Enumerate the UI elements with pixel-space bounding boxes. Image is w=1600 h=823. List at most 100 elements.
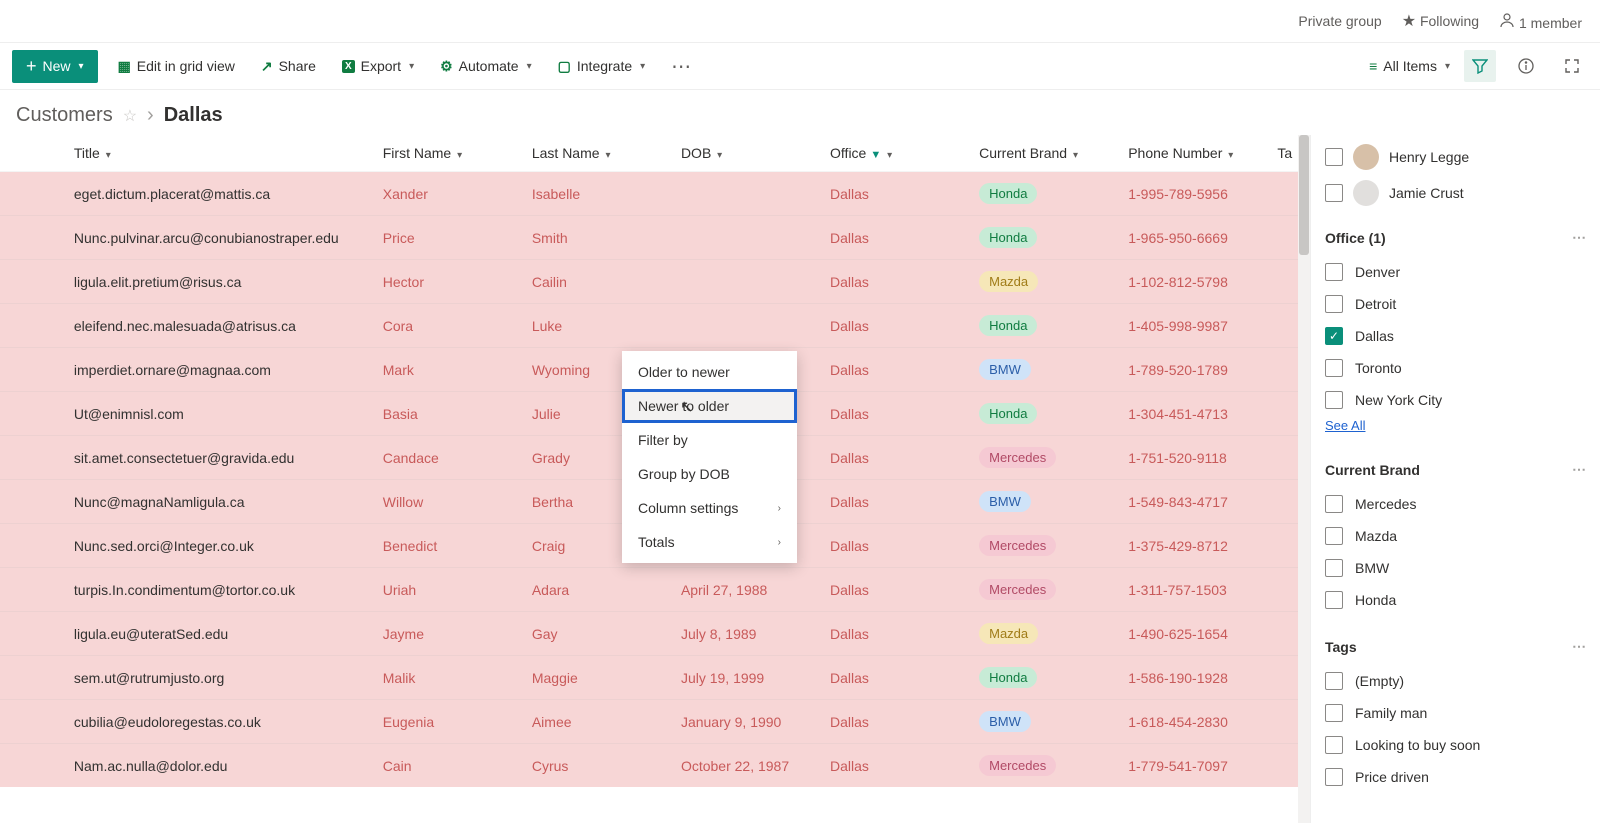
vertical-scrollbar[interactable]	[1298, 135, 1310, 823]
filter-by[interactable]: Filter by	[622, 423, 797, 457]
cell-title[interactable]: Nam.ac.nulla@dolor.edu	[64, 744, 373, 788]
checkbox[interactable]	[1325, 591, 1343, 609]
cell-last-name[interactable]: Aimee	[522, 700, 671, 744]
cell-first-name[interactable]: Cain	[373, 744, 522, 788]
col-last-name[interactable]: Last Name ▾	[522, 135, 671, 172]
info-pane-button[interactable]	[1510, 50, 1542, 82]
checkbox[interactable]	[1325, 295, 1343, 313]
table-row[interactable]: Nam.ac.nulla@dolor.edu Cain Cyrus Octobe…	[0, 744, 1310, 788]
cell-title[interactable]: sem.ut@rutrumjusto.org	[64, 656, 373, 700]
checkbox[interactable]	[1325, 391, 1343, 409]
group-by-dob[interactable]: Group by DOB	[622, 457, 797, 491]
table-row[interactable]: turpis.In.condimentum@tortor.co.uk Uriah…	[0, 568, 1310, 612]
filter-section-brand[interactable]: Current Brand⋯	[1325, 455, 1586, 488]
sort-newer-to-older[interactable]: Newer to older	[622, 389, 797, 423]
totals[interactable]: Totals›	[622, 525, 797, 559]
table-row[interactable]: Nunc.pulvinar.arcu@conubianostraper.edu …	[0, 216, 1310, 260]
filter-pane-button[interactable]	[1464, 50, 1496, 82]
filter-section-office[interactable]: Office (1)⋯	[1325, 223, 1586, 256]
checkbox[interactable]: ✓	[1325, 327, 1343, 345]
filter-option[interactable]: Detroit	[1325, 288, 1586, 320]
table-row[interactable]: sem.ut@rutrumjusto.org Malik Maggie July…	[0, 656, 1310, 700]
cell-first-name[interactable]: Malik	[373, 656, 522, 700]
table-row[interactable]: eget.dictum.placerat@mattis.ca Xander Is…	[0, 172, 1310, 216]
cell-last-name[interactable]: Maggie	[522, 656, 671, 700]
new-button[interactable]: +New▾	[12, 50, 98, 83]
cell-title[interactable]: turpis.In.condimentum@tortor.co.uk	[64, 568, 373, 612]
cell-title[interactable]: ligula.elit.pretium@risus.ca	[64, 260, 373, 304]
cell-title[interactable]: Nunc@magnaNamligula.ca	[64, 480, 373, 524]
following-toggle[interactable]: ★ Following	[1402, 11, 1479, 31]
cell-first-name[interactable]: Cora	[373, 304, 522, 348]
integrate-button[interactable]: ▢Integrate▾	[552, 54, 652, 79]
checkbox[interactable]	[1325, 359, 1343, 377]
table-row[interactable]: ligula.elit.pretium@risus.ca Hector Cail…	[0, 260, 1310, 304]
col-dob[interactable]: DOB ▾	[671, 135, 820, 172]
table-row[interactable]: ligula.eu@uteratSed.edu Jayme Gay July 8…	[0, 612, 1310, 656]
cell-title[interactable]: Nunc.sed.orci@Integer.co.uk	[64, 524, 373, 568]
cell-first-name[interactable]: Price	[373, 216, 522, 260]
filter-option[interactable]: ✓Dallas	[1325, 320, 1586, 352]
checkbox[interactable]	[1325, 672, 1343, 690]
cell-last-name[interactable]: Smith	[522, 216, 671, 260]
cell-first-name[interactable]: Benedict	[373, 524, 522, 568]
checkbox[interactable]	[1325, 148, 1343, 166]
edit-in-grid-button[interactable]: Edit in grid view	[112, 54, 241, 79]
checkbox[interactable]	[1325, 704, 1343, 722]
share-button[interactable]: ↗Share	[255, 54, 322, 79]
cell-title[interactable]: eget.dictum.placerat@mattis.ca	[64, 172, 373, 216]
checkbox[interactable]	[1325, 527, 1343, 545]
cell-last-name[interactable]: Luke	[522, 304, 671, 348]
cell-last-name[interactable]: Cailin	[522, 260, 671, 304]
expand-button[interactable]	[1556, 50, 1588, 82]
filter-option[interactable]: New York City	[1325, 384, 1586, 416]
cell-last-name[interactable]: Cyrus	[522, 744, 671, 788]
cell-first-name[interactable]: Hector	[373, 260, 522, 304]
export-button[interactable]: XExport▾	[336, 54, 420, 78]
col-phone[interactable]: Phone Number ▾	[1118, 135, 1267, 172]
filter-option[interactable]: Honda	[1325, 584, 1586, 616]
cell-first-name[interactable]: Eugenia	[373, 700, 522, 744]
cell-title[interactable]: cubilia@eudoloregestas.co.uk	[64, 700, 373, 744]
automate-button[interactable]: ⚙Automate▾	[434, 54, 538, 79]
table-row[interactable]: eleifend.nec.malesuada@atrisus.ca Cora L…	[0, 304, 1310, 348]
col-title[interactable]: Title ▾	[64, 135, 373, 172]
cell-first-name[interactable]: Mark	[373, 348, 522, 392]
cell-title[interactable]: Nunc.pulvinar.arcu@conubianostraper.edu	[64, 216, 373, 260]
col-first-name[interactable]: First Name ▾	[373, 135, 522, 172]
cell-first-name[interactable]: Uriah	[373, 568, 522, 612]
filter-option[interactable]: Looking to buy soon	[1325, 729, 1586, 761]
cell-first-name[interactable]: Willow	[373, 480, 522, 524]
more-commands-button[interactable]: ⋯	[665, 54, 697, 79]
sort-older-to-newer[interactable]: Older to newer	[622, 355, 797, 389]
cell-last-name[interactable]: Adara	[522, 568, 671, 612]
filter-option[interactable]: Denver	[1325, 256, 1586, 288]
col-brand[interactable]: Current Brand ▾	[969, 135, 1118, 172]
cell-title[interactable]: ligula.eu@uteratSed.edu	[64, 612, 373, 656]
filter-option[interactable]: Mercedes	[1325, 488, 1586, 520]
more-icon[interactable]: ⋯	[1572, 638, 1586, 655]
checkbox[interactable]	[1325, 184, 1343, 202]
filter-option[interactable]: Toronto	[1325, 352, 1586, 384]
checkbox[interactable]	[1325, 495, 1343, 513]
filter-person[interactable]: Henry Legge	[1325, 139, 1586, 175]
column-settings[interactable]: Column settings›	[622, 491, 797, 525]
filter-option[interactable]: Family man	[1325, 697, 1586, 729]
checkbox[interactable]	[1325, 559, 1343, 577]
cell-first-name[interactable]: Jayme	[373, 612, 522, 656]
members-link[interactable]: 1 member	[1499, 12, 1582, 31]
checkbox[interactable]	[1325, 736, 1343, 754]
favorite-icon[interactable]: ☆	[123, 106, 137, 126]
more-icon[interactable]: ⋯	[1572, 229, 1586, 246]
cell-title[interactable]: Ut@enimnisl.com	[64, 392, 373, 436]
filter-option[interactable]: Price driven	[1325, 761, 1586, 793]
filter-section-tags[interactable]: Tags⋯	[1325, 632, 1586, 665]
cell-title[interactable]: imperdiet.ornare@magnaa.com	[64, 348, 373, 392]
cell-first-name[interactable]: Basia	[373, 392, 522, 436]
filter-option[interactable]: Mazda	[1325, 520, 1586, 552]
view-switcher[interactable]: ≡All Items▾	[1369, 58, 1450, 74]
cell-last-name[interactable]: Gay	[522, 612, 671, 656]
col-office[interactable]: Office▼ ▾	[820, 135, 969, 172]
table-row[interactable]: cubilia@eudoloregestas.co.uk Eugenia Aim…	[0, 700, 1310, 744]
more-icon[interactable]: ⋯	[1572, 461, 1586, 478]
